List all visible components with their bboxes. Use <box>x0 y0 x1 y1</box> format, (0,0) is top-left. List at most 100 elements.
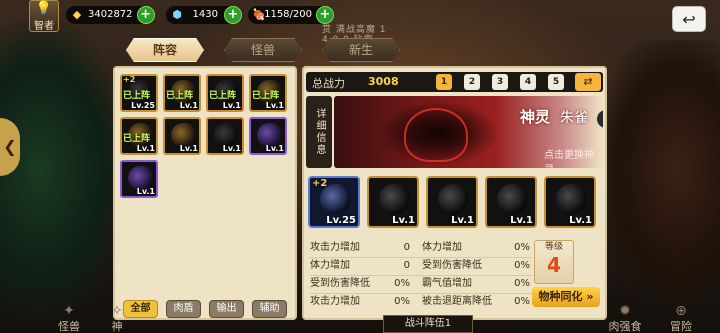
on-team-tag: 已上阵 <box>123 91 151 101</box>
gem-icon: ⬢ <box>172 8 182 21</box>
stat-row: 受到伤害降低 0% <box>310 276 410 292</box>
nav-survival[interactable]: ✹ 肉强食 <box>604 304 646 333</box>
stat-value: 0% <box>394 278 410 289</box>
roster-panel: +2 已上阵 Lv.25 已上阵 Lv.1 已上阵 Lv.1 已上阵 Lv.1 … <box>113 66 297 320</box>
battle-team-label[interactable]: 战斗阵伍1 <box>383 315 473 333</box>
level-label: Lv.1 <box>510 215 533 226</box>
monster-portrait <box>556 184 586 214</box>
roster-slot[interactable]: 已上阵 Lv.1 <box>120 117 158 155</box>
total-power-value: 3008 <box>368 75 399 88</box>
stat-row: 霸气值增加 0% <box>422 276 530 292</box>
stat-row: 攻击力增加 0 <box>310 240 410 256</box>
power-row: 总战力 3008 1 2 3 4 5 ⇄ <box>306 72 603 92</box>
gold-counter: ◆ 3402872 + <box>66 6 155 24</box>
total-power-label: 总战力 <box>312 77 345 90</box>
team-slot[interactable]: Lv.1 <box>426 176 478 228</box>
rank-badge[interactable]: 💡 智者 <box>29 0 59 32</box>
stat-value: 0% <box>514 278 530 289</box>
gem-counter: ⬢ 1430 + <box>166 6 242 24</box>
nav-god[interactable]: ✧ 神 <box>96 304 138 333</box>
tab-rebirth[interactable]: 新生 <box>322 38 400 62</box>
spirit-stage-badge: 0阶 <box>597 110 603 128</box>
on-team-tag: 已上阵 <box>252 91 280 101</box>
level-label: Lv.25 <box>131 101 155 110</box>
roster-slot[interactable]: +2 已上阵 Lv.25 <box>120 74 158 112</box>
stat-row: 受到伤害降低 0% <box>422 258 530 274</box>
level-label: Lv.1 <box>451 215 474 226</box>
rank-label: 智者 <box>34 21 54 32</box>
stat-label: 受到伤害降低 <box>422 260 482 271</box>
level-label: Lv.25 <box>326 215 356 226</box>
change-spirit-hint: 点击更换神灵 <box>544 150 594 168</box>
nav-label: 肉强食 <box>608 320 642 333</box>
grade-label: 等级 <box>544 242 563 252</box>
stat-label: 霸气值增加 <box>422 278 472 289</box>
stat-value: 0 <box>403 260 410 271</box>
background-tree-right <box>600 40 720 300</box>
back-arrow-icon: ↩ <box>682 10 696 29</box>
level-label: Lv.1 <box>392 215 415 226</box>
stat-label: 体力增加 <box>422 242 462 253</box>
gold-coin-icon: ◆ <box>72 8 82 21</box>
stat-label: 攻击力增加 <box>310 242 360 253</box>
lineup-page-1[interactable]: 1 <box>436 74 452 90</box>
roster-slot[interactable]: Lv.1 <box>120 160 158 198</box>
nav-monsters[interactable]: ✦ 怪兽 <box>48 304 90 333</box>
top-bar: 💡 智者 ◆ 3402872 + ⬢ 1430 + 🍖 1158/200 + 赏… <box>0 0 720 45</box>
add-gold-button[interactable]: + <box>136 6 155 24</box>
level-label: Lv.1 <box>179 144 198 153</box>
roster-slot[interactable]: Lv.1 <box>163 117 201 155</box>
level-label: Lv.1 <box>136 187 155 196</box>
spirit-name: 朱雀 <box>560 110 588 126</box>
add-gem-button[interactable]: + <box>224 6 242 24</box>
lineup-page-5[interactable]: 5 <box>548 74 564 90</box>
stat-value: 0% <box>514 260 530 271</box>
swap-icon[interactable]: ⇄ <box>575 73 601 91</box>
on-team-tag: 已上阵 <box>209 91 237 101</box>
tab-lineup[interactable]: 阵容 <box>126 38 204 62</box>
team-slot[interactable]: +2 Lv.25 <box>308 176 360 228</box>
lineup-page-4[interactable]: 4 <box>520 74 536 90</box>
bottom-nav: ✦ 怪兽 ✧ 神 ✹ 肉强食 ⊕ 冒险 <box>0 300 720 333</box>
spirit-banner[interactable]: 神灵 朱雀 0阶 点击更换神灵 <box>334 96 603 168</box>
gold-value: 3402872 <box>88 9 133 20</box>
on-team-tag: 已上阵 <box>123 134 151 144</box>
team-slot[interactable]: Lv.1 <box>485 176 537 228</box>
on-team-tag: 已上阵 <box>166 91 194 101</box>
spirit-creature-image <box>374 98 504 168</box>
stat-value: 0% <box>514 242 530 253</box>
lineup-page-3[interactable]: 3 <box>492 74 508 90</box>
level-label: Lv.1 <box>179 101 198 110</box>
back-button[interactable]: ↩ <box>672 6 706 32</box>
roster-slot[interactable]: Lv.1 <box>206 117 244 155</box>
claw-icon: ✦ <box>63 303 75 319</box>
background-tree-left <box>0 20 130 320</box>
roster-slot[interactable]: 已上阵 Lv.1 <box>206 74 244 112</box>
team-slot[interactable]: Lv.1 <box>544 176 596 228</box>
team-slot[interactable]: Lv.1 <box>367 176 419 228</box>
star-badge: +2 <box>312 178 328 189</box>
compass-icon: ⊕ <box>675 303 687 319</box>
stat-label: 体力增加 <box>310 260 350 271</box>
nav-label: 神 <box>111 320 123 333</box>
roster-slot[interactable]: 已上阵 Lv.1 <box>163 74 201 112</box>
monster-portrait <box>379 184 409 214</box>
grade-box: 等级 4 <box>534 240 574 284</box>
roster-slot[interactable]: 已上阵 Lv.1 <box>249 74 287 112</box>
star-badge: +2 <box>123 75 136 84</box>
nav-label: 冒险 <box>670 320 692 333</box>
stat-row: 体力增加 0 <box>310 258 410 274</box>
stat-row: 体力增加 0% <box>422 240 530 256</box>
detail-info-tab[interactable]: 详细信息 <box>306 96 332 168</box>
level-label: Lv.1 <box>136 144 155 153</box>
tab-monsters[interactable]: 怪兽 <box>224 38 302 62</box>
god-icon: ✧ <box>111 303 123 319</box>
stamina-value: 1158/200 <box>264 9 312 20</box>
nav-adventure[interactable]: ⊕ 冒险 <box>660 304 702 333</box>
roster-slot[interactable]: Lv.1 <box>249 117 287 155</box>
grade-value: 4 <box>547 253 561 277</box>
level-label: Lv.1 <box>265 101 284 110</box>
monster-portrait <box>497 184 527 214</box>
lineup-page-2[interactable]: 2 <box>464 74 480 90</box>
level-label: Lv.1 <box>222 101 241 110</box>
